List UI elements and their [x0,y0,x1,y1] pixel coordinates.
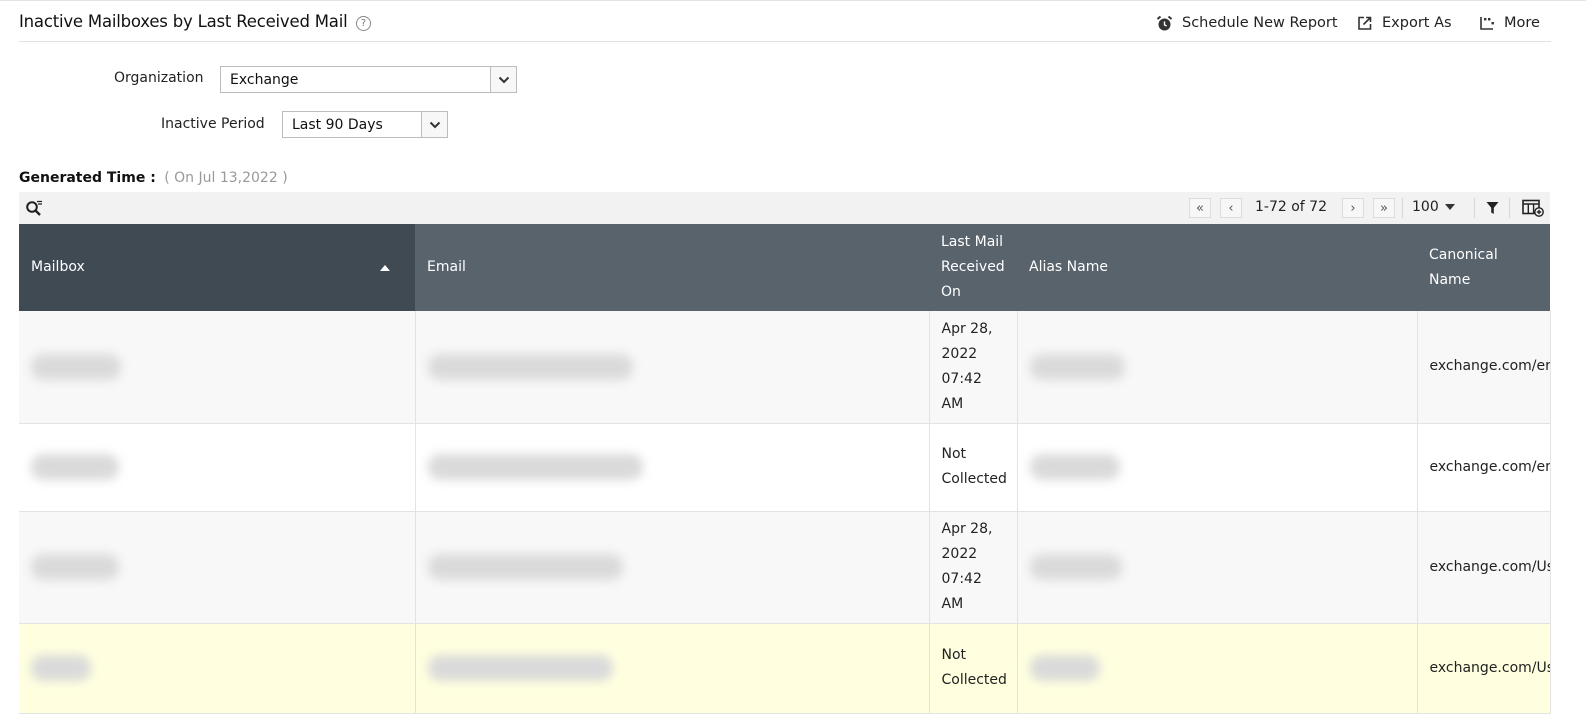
organization-dropdown-button[interactable] [490,67,516,92]
email-cell [415,623,930,714]
alias-cell [1017,423,1418,512]
mailbox-cell [19,311,416,424]
redacted-value [1029,353,1125,380]
previous-page-button[interactable]: ‹ [1220,198,1242,218]
export-icon [1358,16,1372,30]
generated-time-label: Generated Time : [19,170,156,186]
last-mail-cell: Apr 28, 2022 07:42 AM [929,511,1018,624]
first-page-button[interactable]: « [1189,198,1211,218]
organization-select[interactable]: Exchange [220,66,517,93]
organization-value: Exchange [230,72,299,88]
search-filter-icon[interactable] [25,199,43,221]
more-button[interactable]: More [1479,14,1540,32]
schedule-report-label: Schedule New Report [1182,15,1338,31]
export-as-button[interactable]: Export As [1357,14,1452,32]
organization-label: Organization [114,70,204,86]
email-cell [415,423,930,512]
generated-time: Generated Time : ( On Jul 13,2022 ) [19,170,288,186]
alarm-clock-icon [1156,15,1173,30]
column-label-canonical: Canonical Name [1429,246,1498,288]
table-row[interactable]: Not Collected exchange.com/Us [19,623,1551,714]
redacted-value [427,554,623,580]
last-mail-cell: Apr 28, 2022 07:42 AM [929,311,1018,424]
redacted-value [31,655,91,681]
redacted-value [427,655,613,681]
toolbar-divider [1509,198,1510,218]
mailbox-cell [19,623,416,714]
canonical-cell: exchange.com/Us [1417,511,1551,624]
header-divider [19,41,1551,42]
page-title: Inactive Mailboxes by Last Received Mail [19,12,348,31]
export-as-label: Export As [1382,15,1452,31]
chevron-down-icon [498,76,509,83]
help-icon[interactable]: ? [356,16,371,31]
redacted-value [427,353,633,380]
column-header-email[interactable]: Email [415,224,929,311]
redacted-value [1029,454,1120,480]
mailbox-cell [19,511,416,624]
table-row[interactable]: Apr 28, 2022 07:42 AM exchange.com/er [19,311,1551,424]
alias-cell [1017,511,1418,624]
canonical-cell: exchange.com/er [1417,423,1551,512]
redacted-value [31,353,121,380]
chevron-down-icon [429,121,440,128]
more-label: More [1504,15,1540,31]
table-row[interactable]: Apr 28, 2022 07:42 AM exchange.com/Us [19,511,1551,624]
redacted-value [31,554,119,580]
inactive-period-label: Inactive Period [161,116,265,132]
alias-cell [1017,311,1418,424]
last-mail-cell: Not Collected [929,623,1018,714]
page-range: 1-72 of 72 [1255,199,1327,215]
email-cell [415,511,930,624]
column-label-last-mail: Last Mail Received On [941,234,1005,300]
column-header-mailbox[interactable]: Mailbox [19,224,415,311]
grid-toolbar: « ‹ 1-72 of 72 › » 100 [19,192,1550,224]
filter-icon[interactable] [1486,200,1499,219]
column-header-last-mail[interactable]: Last Mail Received On [929,224,1017,311]
toolbar-divider [1402,198,1403,218]
table-header-row: Mailbox Email Last Mail Received On Alia… [19,224,1550,311]
mailbox-cell [19,423,416,512]
redacted-value [1029,655,1100,681]
column-label-mailbox: Mailbox [31,259,85,275]
more-icon [1480,17,1494,30]
column-header-alias[interactable]: Alias Name [1017,224,1417,311]
mailbox-table: Mailbox Email Last Mail Received On Alia… [19,224,1551,714]
last-page-button[interactable]: » [1373,198,1395,218]
page-size-select[interactable]: 100 [1412,199,1455,215]
inactive-period-dropdown-button[interactable] [421,112,447,137]
redacted-value [1029,554,1122,580]
schedule-report-button[interactable]: Schedule New Report [1156,14,1338,32]
toolbar-divider [1474,198,1475,218]
next-page-button[interactable]: › [1342,198,1364,218]
column-label-alias: Alias Name [1029,259,1108,275]
column-header-canonical[interactable]: Canonical Name [1417,224,1550,311]
sort-ascending-icon [380,265,390,271]
inactive-period-value: Last 90 Days [292,117,383,133]
table-row[interactable]: Not Collected exchange.com/er [19,423,1551,512]
canonical-cell: exchange.com/er [1417,311,1551,424]
caret-down-icon [1444,204,1455,210]
page-size-value: 100 [1412,199,1439,215]
email-cell [415,311,930,424]
redacted-value [427,454,643,480]
report-header: Inactive Mailboxes by Last Received Mail… [0,0,1586,42]
inactive-period-select[interactable]: Last 90 Days [282,111,448,138]
canonical-cell: exchange.com/Us [1417,623,1551,714]
alias-cell [1017,623,1418,714]
generated-time-value: ( On Jul 13,2022 ) [164,170,288,186]
last-mail-cell: Not Collected [929,423,1018,512]
redacted-value [31,454,119,480]
column-label-email: Email [427,259,466,275]
column-chooser-icon[interactable] [1522,199,1544,221]
